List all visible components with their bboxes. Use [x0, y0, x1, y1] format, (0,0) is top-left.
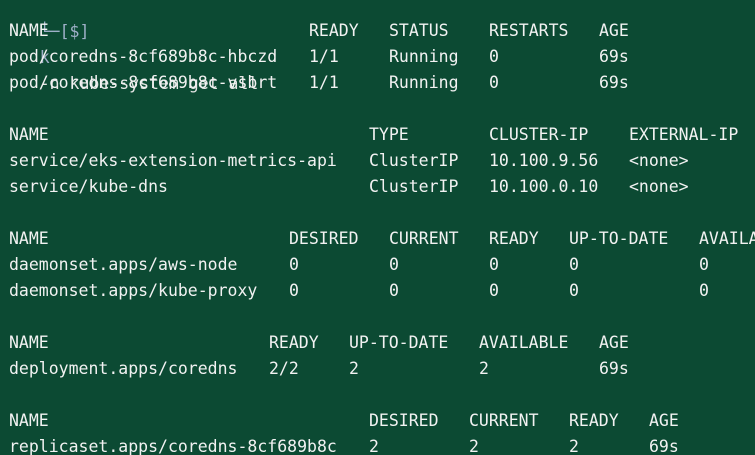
- deployment-up-to-date: 2: [349, 359, 359, 378]
- pods-header-name: NAME: [9, 21, 49, 40]
- replicasets-header-name: NAME: [9, 411, 49, 430]
- daemonset-ready: 0: [489, 281, 499, 300]
- pod-name: pod/coredns-8cf689b8c-vsbrt: [9, 73, 278, 92]
- pod-row: pod/coredns-8cf689b8c-hbczd 1/1 Running …: [9, 44, 629, 70]
- deployments-header-available: AVAILABLE: [479, 333, 569, 352]
- service-cluster-ip: 10.100.9.56: [489, 151, 599, 170]
- daemonset-name: daemonset.apps/aws-node: [9, 255, 238, 274]
- daemonset-desired: 0: [289, 281, 299, 300]
- daemonsets-header-current: CURRENT: [389, 229, 459, 248]
- pod-ready: 1/1: [309, 73, 339, 92]
- daemonset-current: 0: [389, 281, 399, 300]
- pod-status: Running: [389, 47, 459, 66]
- service-external-ip: <none>: [629, 151, 689, 170]
- pods-header-row: NAME READY STATUS RESTARTS AGE: [9, 18, 629, 44]
- deployments-header-name: NAME: [9, 333, 49, 352]
- services-header-row: NAME TYPE CLUSTER-IP EXTERNAL-IP: [9, 122, 738, 148]
- deployments-header-up-to-date: UP-TO-DATE: [349, 333, 449, 352]
- daemonsets-header-ready: READY: [489, 229, 539, 248]
- replicasets-header-desired: DESIRED: [369, 411, 439, 430]
- daemonsets-header-row: NAME DESIRED CURRENT READY UP-TO-DATE AV…: [9, 226, 755, 252]
- service-row: service/kube-dns ClusterIP 10.100.0.10 <…: [9, 174, 689, 200]
- pod-status: Running: [389, 73, 459, 92]
- pod-age: 69s: [599, 47, 629, 66]
- replicasets-header-current: CURRENT: [469, 411, 539, 430]
- deployment-name: deployment.apps/coredns: [9, 359, 238, 378]
- deployments-header-row: NAME READY UP-TO-DATE AVAILABLE AGE: [9, 330, 629, 356]
- service-external-ip: <none>: [629, 177, 689, 196]
- deployment-age: 69s: [599, 359, 629, 378]
- daemonset-up-to-date: 0: [569, 281, 579, 300]
- daemonset-available: 0: [699, 281, 709, 300]
- service-cluster-ip: 10.100.0.10: [489, 177, 599, 196]
- daemonset-row: daemonset.apps/kube-proxy 0 0 0 0 0: [9, 278, 709, 304]
- daemonsets-header-desired: DESIRED: [289, 229, 359, 248]
- services-header-external-ip: EXTERNAL-IP: [629, 125, 739, 144]
- replicaset-ready: 2: [569, 437, 579, 455]
- pods-header-status: STATUS: [389, 21, 449, 40]
- service-name: service/kube-dns: [9, 177, 168, 196]
- pod-restarts: 0: [489, 47, 499, 66]
- replicasets-header-ready: READY: [569, 411, 619, 430]
- services-header-name: NAME: [9, 125, 49, 144]
- daemonsets-header-available: AVAILA: [699, 229, 755, 248]
- deployments-header-ready: READY: [269, 333, 319, 352]
- replicaset-row: replicaset.apps/coredns-8cf689b8c 2 2 2 …: [9, 434, 679, 455]
- daemonset-ready: 0: [489, 255, 499, 274]
- replicasets-header-age: AGE: [649, 411, 679, 430]
- pod-age: 69s: [599, 73, 629, 92]
- deployment-available: 2: [479, 359, 489, 378]
- daemonset-desired: 0: [289, 255, 299, 274]
- pod-name: pod/coredns-8cf689b8c-hbczd: [9, 47, 278, 66]
- prompt-line: └─[$] k -n kube-system get all: [0, 0, 259, 93]
- replicaset-desired: 2: [369, 437, 379, 455]
- pods-header-restarts: RESTARTS: [489, 21, 569, 40]
- service-type: ClusterIP: [369, 177, 459, 196]
- daemonset-row: daemonset.apps/aws-node 0 0 0 0 0: [9, 252, 709, 278]
- deployments-header-age: AGE: [599, 333, 629, 352]
- pod-ready: 1/1: [309, 47, 339, 66]
- replicasets-header-row: NAME DESIRED CURRENT READY AGE: [9, 408, 679, 434]
- daemonsets-header-name: NAME: [9, 229, 49, 248]
- daemonset-up-to-date: 0: [569, 255, 579, 274]
- daemonset-current: 0: [389, 255, 399, 274]
- service-type: ClusterIP: [369, 151, 459, 170]
- replicaset-current: 2: [469, 437, 479, 455]
- daemonset-available: 0: [699, 255, 709, 274]
- deployment-row: deployment.apps/coredns 2/2 2 2 69s: [9, 356, 629, 382]
- service-row: service/eks-extension-metrics-api Cluste…: [9, 148, 689, 174]
- daemonset-name: daemonset.apps/kube-proxy: [9, 281, 258, 300]
- replicaset-name: replicaset.apps/coredns-8cf689b8c: [9, 437, 337, 455]
- pods-header-age: AGE: [599, 21, 629, 40]
- services-header-type: TYPE: [369, 125, 409, 144]
- pod-row: pod/coredns-8cf689b8c-vsbrt 1/1 Running …: [9, 70, 629, 96]
- daemonsets-header-up-to-date: UP-TO-DATE: [569, 229, 669, 248]
- terminal-window[interactable]: └─[$] k -n kube-system get all NAME READ…: [0, 0, 755, 455]
- pod-restarts: 0: [489, 73, 499, 92]
- replicaset-age: 69s: [649, 437, 679, 455]
- services-header-cluster-ip: CLUSTER-IP: [489, 125, 589, 144]
- pods-header-ready: READY: [309, 21, 359, 40]
- service-name: service/eks-extension-metrics-api: [9, 151, 337, 170]
- deployment-ready: 2/2: [269, 359, 299, 378]
